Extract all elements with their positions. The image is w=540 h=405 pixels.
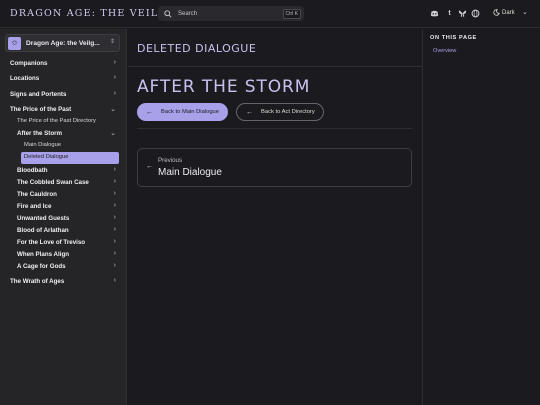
sidebar-item-bloodbath[interactable]: Bloodbath › [0, 165, 127, 177]
sidebar-item-deleted-dialogue[interactable]: Deleted Dialogue [21, 152, 119, 164]
sidebar-item-signs-and-portents[interactable]: Signs and Portents › [0, 89, 127, 101]
divider [137, 128, 412, 129]
arrow-left-icon: ← [146, 108, 153, 116]
chevron-right-icon: › [113, 277, 116, 284]
chevron-right-icon: › [113, 74, 116, 81]
sidebar-item-price-of-the-past-directory[interactable]: The Price of the Past Directory [0, 116, 127, 128]
toc-link-overview[interactable]: Overview [433, 48, 456, 54]
sidebar-item-label: The Cauldron [17, 191, 57, 198]
theme-label: Dark [502, 9, 515, 16]
button-label: Back to Main Dialogue [161, 109, 220, 115]
top-navbar: DRAGON AGE: THE VEILGUARD Search Ctrl K … [0, 0, 540, 28]
sidebar-item-companions[interactable]: Companions › [0, 58, 127, 70]
sidebar-item-label: For the Love of Treviso [17, 239, 86, 246]
tumblr-icon[interactable]: t [445, 9, 454, 18]
sidebar-item-price-of-the-past[interactable]: The Price of the Past ⌄ [0, 104, 127, 116]
arrow-left-icon: ← [146, 163, 153, 170]
sidebar-item-label: The Price of the Past [10, 106, 72, 113]
sidebar-item-label: The Cobbled Swan Case [17, 179, 89, 186]
sidebar-item-label: The Price of the Past Directory [17, 118, 96, 124]
search-icon [164, 9, 172, 18]
chevron-down-icon[interactable]: ⌄ [522, 8, 528, 16]
project-title: Dragon Age: the Veilg... [26, 39, 100, 47]
chevron-right-icon: › [113, 238, 116, 245]
pager-title: Main Dialogue [158, 167, 222, 178]
chevron-updown-icon: ⇕ [109, 39, 115, 45]
arrow-left-icon: ← [246, 108, 253, 116]
sidebar-item-label: Companions [10, 60, 48, 67]
pager-label: Previous [158, 157, 183, 164]
bluesky-icon[interactable] [458, 9, 467, 18]
sidebar-item-main-dialogue[interactable]: Main Dialogue [0, 140, 127, 152]
sidebar-item-label: Blood of Arlathan [17, 227, 69, 234]
chevron-right-icon: › [113, 262, 116, 269]
globe-icon[interactable] [471, 9, 480, 18]
sidebar-item-label: Deleted Dialogue [24, 154, 69, 160]
back-to-main-dialogue-button[interactable]: ← Back to Main Dialogue [137, 103, 228, 121]
chevron-right-icon: › [113, 226, 116, 233]
sidebar-item-love-of-treviso[interactable]: For the Love of Treviso › [0, 237, 127, 249]
chevron-right-icon: › [113, 250, 116, 257]
sidebar-item-label: Signs and Portents [10, 91, 67, 98]
sidebar-item-label: Main Dialogue [24, 142, 62, 148]
chevron-right-icon: › [113, 214, 116, 221]
sidebar-item-blood-of-arlathan[interactable]: Blood of Arlathan › [0, 225, 127, 237]
sidebar-item-label: Unwanted Guests [17, 215, 70, 222]
chevron-right-icon: › [113, 202, 116, 209]
divider [128, 66, 422, 67]
sidebar-item-locations[interactable]: Locations › [0, 73, 127, 85]
moon-icon [493, 9, 500, 16]
toc-heading: ON THIS PAGE [430, 35, 477, 41]
chevron-right-icon: › [113, 90, 116, 97]
chevron-right-icon: › [113, 166, 116, 173]
sidebar-item-label: The Wrath of Ages [10, 278, 65, 285]
sidebar-item-label: Locations [10, 75, 40, 82]
main-content: DELETED DIALOGUE AFTER THE STORM ← Back … [128, 29, 422, 405]
chevron-right-icon: › [113, 190, 116, 197]
search-shortcut: Ctrl K [282, 8, 301, 19]
discord-icon[interactable] [430, 9, 439, 18]
chevron-down-icon: ⌄ [110, 130, 116, 137]
sidebar-item-fire-and-ice[interactable]: Fire and Ice › [0, 201, 127, 213]
sidebar: ✩ Dragon Age: the Veilg... ⇕ Companions ›… [0, 29, 127, 405]
table-of-contents: ON THIS PAGE Overview [422, 29, 540, 405]
search-button[interactable]: Search Ctrl K [158, 6, 304, 21]
project-logo-icon: ✩ [8, 36, 21, 50]
page-title: DELETED DIALOGUE [137, 42, 257, 55]
previous-page-link[interactable]: ← Previous Main Dialogue [137, 148, 412, 187]
chevron-down-icon: ⌄ [110, 106, 116, 113]
button-label: Back to Act Directory [261, 109, 315, 115]
chevron-right-icon: › [113, 59, 116, 66]
sidebar-item-label: After the Storm [17, 130, 63, 137]
sidebar-item-wrath-of-ages[interactable]: The Wrath of Ages › [0, 276, 127, 288]
sidebar-item-label: When Plans Align [17, 251, 70, 258]
sidebar-item-after-the-storm[interactable]: After the Storm ⌄ [0, 128, 127, 140]
sidebar-item-label: Bloodbath [17, 167, 48, 174]
sidebar-item-label: Fire and Ice [17, 203, 52, 210]
sidebar-item-when-plans-align[interactable]: When Plans Align › [0, 249, 127, 261]
page-heading: AFTER THE STORM [137, 77, 311, 97]
sidebar-item-cage-for-gods[interactable]: A Cage for Gods › [0, 261, 127, 273]
sidebar-item-unwanted-guests[interactable]: Unwanted Guests › [0, 213, 127, 225]
project-switcher[interactable]: ✩ Dragon Age: the Veilg... ⇕ [5, 34, 120, 52]
sidebar-item-the-cauldron[interactable]: The Cauldron › [0, 189, 127, 201]
sidebar-item-cobbled-swan-case[interactable]: The Cobbled Swan Case › [0, 177, 127, 189]
sidebar-item-label: A Cage for Gods [17, 263, 66, 270]
theme-toggle[interactable]: Dark [493, 9, 515, 16]
chevron-right-icon: › [113, 178, 116, 185]
back-to-act-directory-button[interactable]: ← Back to Act Directory [236, 103, 324, 121]
search-label: Search [178, 10, 198, 17]
